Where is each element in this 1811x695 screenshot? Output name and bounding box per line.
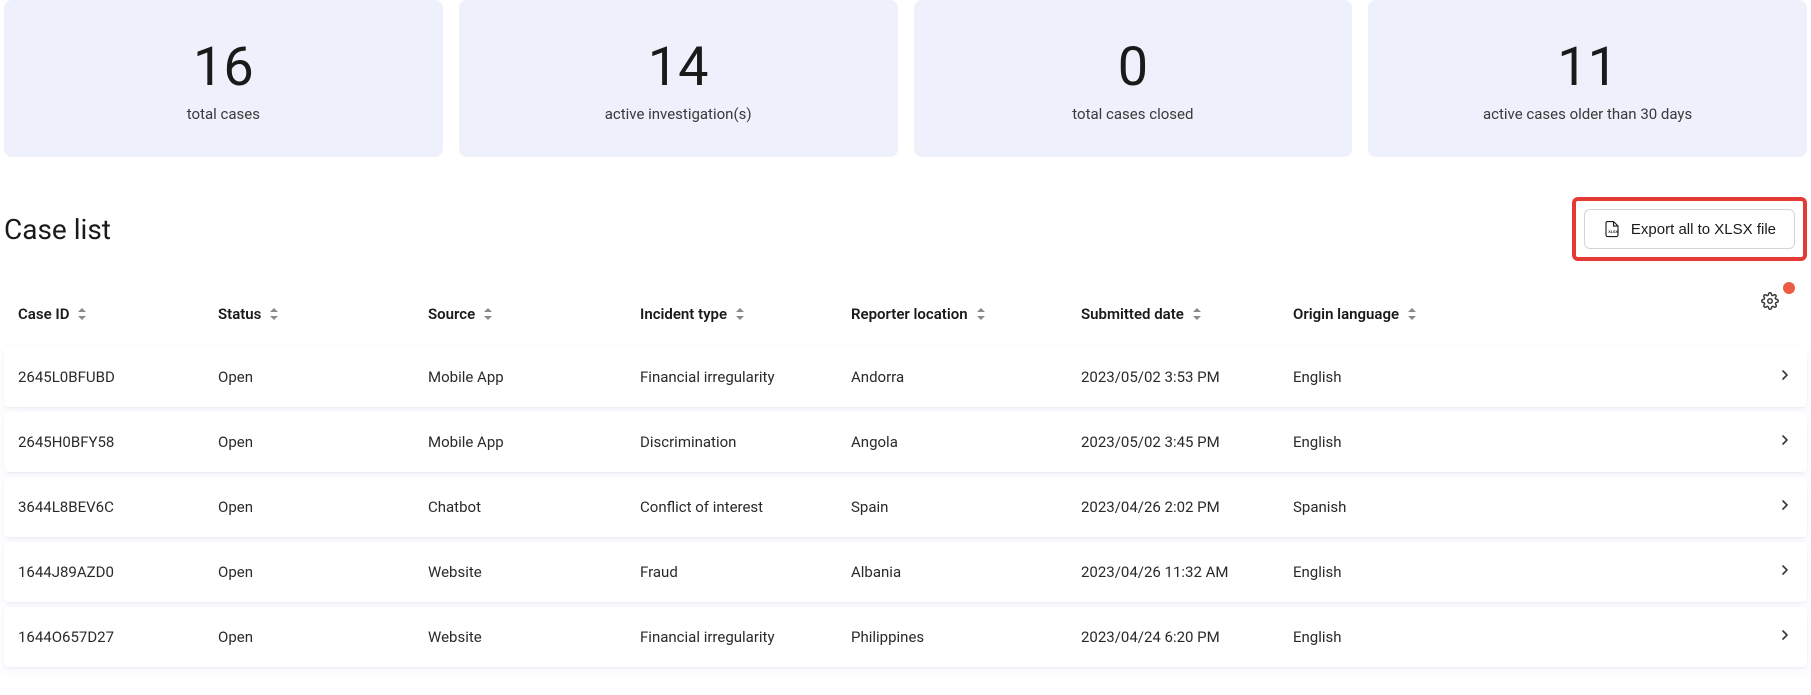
cell-reporter-location: Spain [851,498,1081,516]
cell-incident-type: Financial irregularity [640,628,851,646]
column-header-status[interactable]: Status [218,305,428,323]
cell-reporter-location: Albania [851,563,1081,581]
column-header-reporter-location[interactable]: Reporter location [851,305,1081,323]
stat-card: 11 active cases older than 30 days [1368,0,1807,157]
cell-status: Open [218,498,428,516]
cell-incident-type: Conflict of interest [640,498,851,516]
stat-card: 14 active investigation(s) [459,0,898,157]
table-row[interactable]: 1644O657D27 Open Website Financial irreg… [4,607,1807,667]
stats-row: 16 total cases 14 active investigation(s… [0,0,1811,157]
cell-incident-type: Fraud [640,563,851,581]
column-label: Source [428,305,475,323]
cell-origin-language: Spanish [1293,498,1753,516]
sort-icon [1192,308,1202,320]
stat-label: total cases closed [934,105,1333,123]
sort-icon [483,308,493,320]
cell-origin-language: English [1293,628,1753,646]
chevron-right-icon [1753,562,1793,582]
table-settings-button[interactable] [1761,292,1779,314]
sort-icon [735,308,745,320]
column-header-origin-language[interactable]: Origin language [1293,305,1775,323]
cell-reporter-location: Philippines [851,628,1081,646]
cell-submitted-date: 2023/04/26 2:02 PM [1081,498,1293,516]
stat-label: active investigation(s) [479,105,878,123]
cell-source: Chatbot [428,498,640,516]
cell-status: Open [218,563,428,581]
table-row[interactable]: 2645H0BFY58 Open Mobile App Discriminati… [4,412,1807,472]
column-label: Case ID [18,305,69,323]
cell-origin-language: English [1293,563,1753,581]
column-header-incident-type[interactable]: Incident type [640,305,851,323]
cell-source: Website [428,563,640,581]
cell-source: Mobile App [428,433,640,451]
column-label: Submitted date [1081,305,1184,323]
chevron-right-icon [1753,432,1793,452]
cell-case-id: 1644J89AZD0 [18,563,218,581]
notification-dot [1783,282,1795,294]
case-list-title: Case list [4,213,111,246]
column-header-case-id[interactable]: Case ID [18,305,218,323]
stat-card: 16 total cases [4,0,443,157]
column-label: Incident type [640,305,727,323]
xlsx-file-icon: XLSX [1603,220,1621,238]
column-header-submitted-date[interactable]: Submitted date [1081,305,1293,323]
sort-icon [77,308,87,320]
cell-status: Open [218,628,428,646]
cell-incident-type: Financial irregularity [640,368,851,386]
cell-case-id: 3644L8BEV6C [18,498,218,516]
stat-value: 0 [934,38,1333,97]
stat-value: 14 [479,38,878,97]
chevron-right-icon [1753,497,1793,517]
column-label: Status [218,305,261,323]
cell-reporter-location: Angola [851,433,1081,451]
sort-icon [976,308,986,320]
table-body: 2645L0BFUBD Open Mobile App Financial ir… [4,347,1807,667]
cell-case-id: 2645H0BFY58 [18,433,218,451]
cell-case-id: 2645L0BFUBD [18,368,218,386]
export-xlsx-button[interactable]: XLSX Export all to XLSX file [1584,209,1795,249]
gear-icon [1761,292,1779,310]
cell-incident-type: Discrimination [640,433,851,451]
cell-submitted-date: 2023/04/26 11:32 AM [1081,563,1293,581]
cell-status: Open [218,433,428,451]
table-row[interactable]: 3644L8BEV6C Open Chatbot Conflict of int… [4,477,1807,537]
chevron-right-icon [1753,367,1793,387]
stat-label: active cases older than 30 days [1388,105,1787,123]
cell-source: Website [428,628,640,646]
cell-submitted-date: 2023/04/24 6:20 PM [1081,628,1293,646]
export-highlight-box: XLSX Export all to XLSX file [1572,197,1807,261]
sort-icon [269,308,279,320]
column-label: Origin language [1293,305,1399,323]
cell-submitted-date: 2023/05/02 3:45 PM [1081,433,1293,451]
cell-origin-language: English [1293,368,1753,386]
column-header-source[interactable]: Source [428,305,640,323]
cell-origin-language: English [1293,433,1753,451]
stat-value: 11 [1388,38,1787,97]
cell-status: Open [218,368,428,386]
chevron-right-icon [1753,627,1793,647]
case-table: Case ID Status Source Incident type Repo… [0,289,1811,667]
list-header: Case list XLSX Export all to XLSX file [0,197,1811,261]
column-label: Reporter location [851,305,968,323]
svg-text:XLSX: XLSX [1608,230,1618,234]
table-row[interactable]: 1644J89AZD0 Open Website Fraud Albania 2… [4,542,1807,602]
export-button-label: Export all to XLSX file [1631,221,1776,238]
cell-reporter-location: Andorra [851,368,1081,386]
stat-card: 0 total cases closed [914,0,1353,157]
table-row[interactable]: 2645L0BFUBD Open Mobile App Financial ir… [4,347,1807,407]
table-header-row: Case ID Status Source Incident type Repo… [4,289,1807,339]
cell-source: Mobile App [428,368,640,386]
sort-icon [1407,308,1417,320]
cell-submitted-date: 2023/05/02 3:53 PM [1081,368,1293,386]
cell-case-id: 1644O657D27 [18,628,218,646]
stat-value: 16 [24,38,423,97]
stat-label: total cases [24,105,423,123]
